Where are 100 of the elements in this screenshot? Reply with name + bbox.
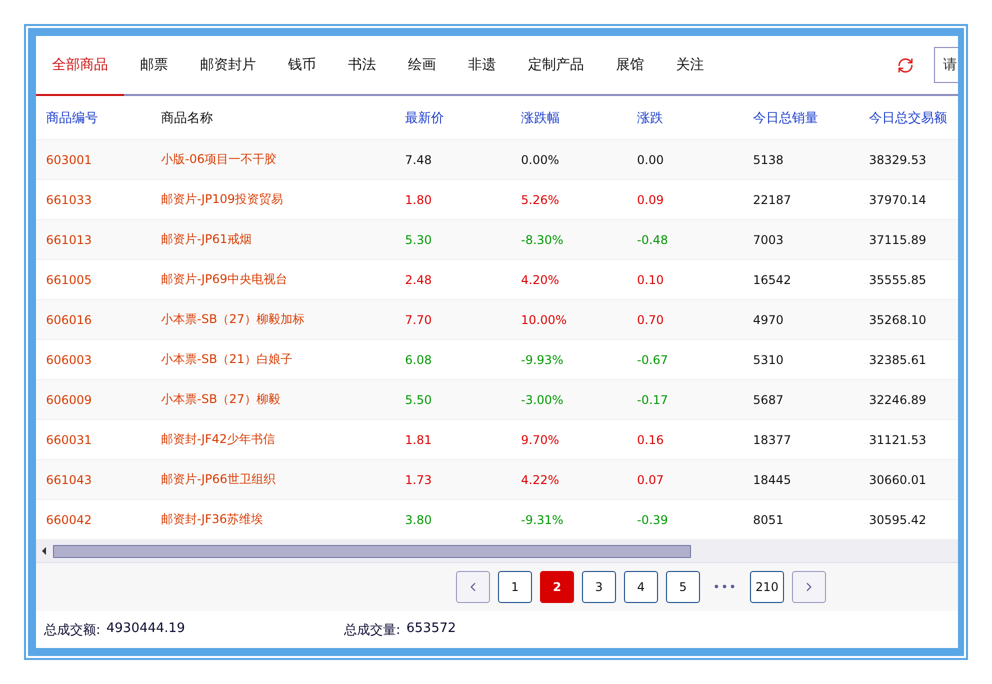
search-field[interactable]: 请	[934, 47, 958, 83]
amount-cell-text: 37970.14	[869, 192, 928, 206]
category-tab[interactable]: 绘画	[392, 36, 452, 96]
price-cell-text: 5.50	[405, 392, 433, 406]
amount-cell-text: 35268.10	[869, 312, 928, 326]
volume-cell-text: 18445	[753, 472, 792, 486]
total-label: 总成交量:	[344, 622, 400, 638]
column-header[interactable]: 涨跌	[637, 108, 753, 126]
product-name[interactable]: 邮资片-JP109投资贸易	[161, 191, 405, 208]
column-header[interactable]: 今日总交易额	[869, 108, 958, 126]
scrollbar-thumb[interactable]	[53, 544, 691, 558]
amount-cell-text: 32246.89	[869, 392, 928, 406]
volume-cell-text: 8051	[753, 512, 785, 526]
amount-cell-text: 31121.53	[869, 432, 928, 446]
price-cell-text: 3.80	[405, 512, 433, 526]
percent-change-cell-text: 4.22%	[521, 472, 560, 486]
price-cell-text: 7.48	[405, 152, 433, 166]
amount-cell-text: 32385.61	[869, 352, 928, 366]
amount-cell-text: 37115.89	[869, 232, 928, 246]
category-tab[interactable]: 定制产品	[512, 36, 600, 96]
product-name[interactable]: 邮资片-JP66世卫组织	[161, 471, 405, 488]
product-name[interactable]: 邮资封-JF36苏维埃	[161, 511, 405, 528]
change-cell-text: 0.09	[637, 192, 665, 206]
next-page-button[interactable]	[792, 571, 826, 603]
column-header[interactable]: 涨跌幅	[521, 108, 637, 126]
column-header: 商品名称	[161, 110, 214, 126]
column-header[interactable]: 商品编号	[46, 108, 161, 126]
price-cell-text: 1.80	[405, 192, 433, 206]
volume-cell-text: 5138	[753, 152, 785, 166]
percent-change-cell-text: -3.00%	[521, 392, 564, 406]
previous-page-button[interactable]	[456, 571, 490, 603]
product-code: 661033	[46, 192, 93, 206]
amount-cell-text: 35555.85	[869, 272, 928, 286]
product-code: 606003	[46, 352, 93, 366]
page-button[interactable]: 3	[582, 571, 616, 603]
change-cell-text: 0.07	[637, 472, 665, 486]
change-cell-text: 0.00	[637, 152, 665, 166]
product-code: 660042	[46, 512, 93, 526]
product-code: 606009	[46, 392, 93, 406]
total-value: 653572	[406, 620, 456, 638]
amount-cell-text: 30595.42	[869, 512, 928, 526]
product-name[interactable]: 小版-06项目一不干胶	[161, 151, 405, 168]
volume-cell-text: 7003	[753, 232, 785, 246]
price-cell-text: 1.73	[405, 472, 433, 486]
product-code: 603001	[46, 152, 93, 166]
scroll-left-icon[interactable]	[40, 546, 48, 556]
change-cell-text: -0.67	[637, 352, 670, 366]
product-name[interactable]: 小本票-SB（21）白娘子	[161, 351, 405, 368]
product-name[interactable]: 邮资封-JF42少年书信	[161, 431, 405, 448]
category-tab[interactable]: 钱币	[272, 36, 332, 96]
change-cell-text: -0.48	[637, 232, 670, 246]
percent-change-cell-text: 10.00%	[521, 312, 568, 326]
amount-cell-text: 30660.01	[869, 472, 928, 486]
percent-change-cell-text: 5.26%	[521, 192, 560, 206]
volume-cell-text: 5310	[753, 352, 785, 366]
product-name[interactable]: 小本票-SB（27）柳毅加标	[161, 311, 405, 328]
price-cell-text: 1.81	[405, 432, 433, 446]
amount-cell-text: 38329.53	[869, 152, 928, 166]
total-value: 4930444.19	[106, 620, 185, 638]
change-cell-text: -0.17	[637, 392, 670, 406]
total-label: 总成交额:	[44, 622, 100, 638]
product-name[interactable]: 小本票-SB（27）柳毅	[161, 391, 405, 408]
price-cell-text: 7.70	[405, 312, 433, 326]
change-cell-text: -0.39	[637, 512, 670, 526]
percent-change-cell-text: -8.30%	[521, 232, 564, 246]
page-button[interactable]: 4	[624, 571, 658, 603]
product-code: 661005	[46, 272, 93, 286]
price-cell-text: 6.08	[405, 352, 433, 366]
percent-change-cell-text: -9.93%	[521, 352, 564, 366]
product-name[interactable]: 邮资片-JP69中央电视台	[161, 271, 405, 288]
category-tab[interactable]: 邮资封片	[184, 36, 272, 96]
volume-cell-text: 4970	[753, 312, 785, 326]
category-tab[interactable]: 书法	[332, 36, 392, 96]
product-code: 661013	[46, 232, 93, 246]
category-tab[interactable]: 展馆	[600, 36, 660, 96]
volume-cell-text: 22187	[753, 192, 792, 206]
volume-cell-text: 5687	[753, 392, 785, 406]
percent-change-cell-text: -9.31%	[521, 512, 564, 526]
volume-cell-text: 18377	[753, 432, 792, 446]
column-header[interactable]: 今日总销量	[753, 108, 869, 126]
price-cell-text: 2.48	[405, 272, 433, 286]
product-name[interactable]: 邮资片-JP61戒烟	[161, 231, 405, 248]
product-code: 661043	[46, 472, 93, 486]
product-code: 606016	[46, 312, 93, 326]
page-button[interactable]: 2	[540, 571, 574, 603]
category-tab[interactable]: 关注	[660, 36, 720, 96]
change-cell-text: 0.70	[637, 312, 665, 326]
column-header[interactable]: 最新价	[405, 108, 521, 126]
percent-change-cell-text: 4.20%	[521, 272, 560, 286]
percent-change-cell-text: 9.70%	[521, 432, 560, 446]
category-tab[interactable]: 非遗	[452, 36, 512, 96]
product-code: 660031	[46, 432, 93, 446]
page-button[interactable]: 5	[666, 571, 700, 603]
percent-change-cell-text: 0.00%	[521, 152, 560, 166]
change-cell-text: 0.10	[637, 272, 665, 286]
page-button[interactable]: 1	[498, 571, 532, 603]
category-tab[interactable]: 邮票	[124, 36, 184, 96]
price-cell-text: 5.30	[405, 232, 433, 246]
refresh-icon[interactable]	[897, 56, 914, 74]
page-button[interactable]: 210	[750, 571, 784, 603]
